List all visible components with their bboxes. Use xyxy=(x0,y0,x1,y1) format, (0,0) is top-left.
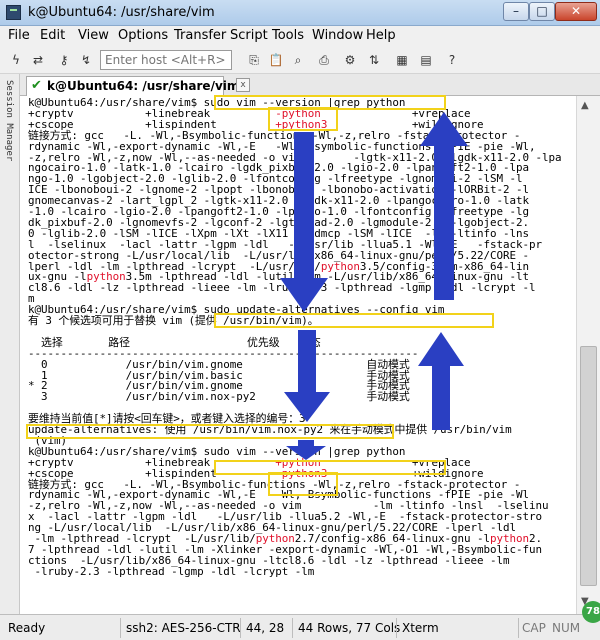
status-divider xyxy=(396,618,397,638)
transfer-icon[interactable]: ⇅ xyxy=(366,52,382,68)
host-input[interactable] xyxy=(100,50,232,70)
map-icon[interactable]: ▦ xyxy=(394,52,410,68)
status-ssh-cipher: ssh2: AES-256-CTR xyxy=(126,621,241,635)
terminal-text: -lruby-2.3 -lpthread -lgmp -ldl -lcrypt … xyxy=(28,564,315,578)
terminal-line: -lruby-2.3 -lpthread -lgmp -ldl -lcrypt … xyxy=(28,564,315,578)
menu-tools[interactable]: Tools xyxy=(272,28,304,43)
key-icon[interactable]: ⚷ xyxy=(56,52,72,68)
status-terminal-type: Xterm xyxy=(402,621,439,635)
terminal-text: 3 /usr/bin/vim.nox-py2 59 手动模式 xyxy=(28,390,410,404)
highlight-selection-prompt xyxy=(26,424,394,439)
terminal-scrollbar[interactable]: ▲ ▼ xyxy=(576,96,600,614)
menu-transfer[interactable]: Transfer xyxy=(174,28,226,43)
connected-check-icon: ✔ xyxy=(31,78,42,93)
terminal-output[interactable]: k@Ubuntu64:/usr/share/vim$ sudo vim --ve… xyxy=(20,96,576,614)
lightning-icon[interactable]: ϟ xyxy=(8,52,24,68)
session-manager-strip[interactable]: Session Manager xyxy=(0,74,20,614)
menu-script[interactable]: Script xyxy=(230,28,268,43)
menu-help[interactable]: Help xyxy=(366,28,396,43)
status-divider xyxy=(518,618,519,638)
find-icon[interactable]: ⌕ xyxy=(290,52,306,68)
menu-bar: File Edit View Options Transfer Script T… xyxy=(0,26,600,46)
print-icon[interactable]: ⎙ xyxy=(316,52,332,68)
scroll-thumb[interactable] xyxy=(580,346,597,586)
help-icon[interactable]: ? xyxy=(444,52,460,68)
terminal-line: 3 /usr/bin/vim.nox-py2 59 手动模式 xyxy=(28,390,410,404)
securecrt-app-icon xyxy=(6,5,21,20)
menu-edit[interactable]: Edit xyxy=(40,28,65,43)
connect-icon[interactable]: ↯ xyxy=(78,52,94,68)
corner-badge: 78 xyxy=(582,601,600,623)
highlight-command-2 xyxy=(214,313,494,328)
toolbar: ϟ ⇄ ⚷ ↯ ⎘ 📋 ⌕ ⎙ ⚙ ⇅ ▦ ▤ ? xyxy=(0,46,600,74)
highlight-python-flags-1 xyxy=(268,107,338,131)
window-title: k@Ubuntu64: /usr/share/vim xyxy=(28,5,215,20)
script-icon[interactable]: ▤ xyxy=(418,52,434,68)
minimize-button[interactable]: – xyxy=(503,2,529,21)
session-manager-label: Session Manager xyxy=(4,80,14,162)
menu-options[interactable]: Options xyxy=(118,28,168,43)
status-divider xyxy=(292,618,293,638)
copy-icon[interactable]: ⎘ xyxy=(246,52,262,68)
status-bar: Ready ssh2: AES-256-CTR 44, 28 44 Rows, … xyxy=(0,614,600,640)
tab-session[interactable]: ✔ k@Ubuntu64: /usr/share/vim xyxy=(26,76,239,96)
status-divider xyxy=(120,618,121,638)
menu-window[interactable]: Window xyxy=(312,28,363,43)
tab-label: k@Ubuntu64: /usr/share/vim xyxy=(47,79,240,93)
menu-view[interactable]: View xyxy=(78,28,109,43)
title-bar: k@Ubuntu64: /usr/share/vim – □ ✕ xyxy=(0,0,600,26)
settings-icon[interactable]: ⚙ xyxy=(342,52,358,68)
status-caps-lock: CAP xyxy=(522,621,546,635)
paste-icon[interactable]: 📋 xyxy=(268,52,284,68)
status-cursor-position: 44, 28 xyxy=(246,621,285,635)
menu-file[interactable]: File xyxy=(8,28,30,43)
status-ready: Ready xyxy=(8,621,46,635)
tab-close-icon[interactable]: x xyxy=(236,78,250,92)
scroll-up-icon[interactable]: ▲ xyxy=(581,100,589,111)
terminal-text: cl8.6 -ldl -lz -lpthread -lieee -lm -lru… xyxy=(28,281,536,295)
tab-row: ✔ k@Ubuntu64: /usr/share/vim x xyxy=(20,74,600,96)
reconnect-icon[interactable]: ⇄ xyxy=(30,52,46,68)
terminal-line: cl8.6 -ldl -lz -lpthread -lieee -lm -lru… xyxy=(28,281,536,295)
status-terminal-size: 44 Rows, 77 Cols xyxy=(298,621,401,635)
close-button[interactable]: ✕ xyxy=(555,2,597,21)
status-divider xyxy=(240,618,241,638)
maximize-button[interactable]: □ xyxy=(529,2,555,21)
highlight-python-flags-2 xyxy=(268,472,338,496)
status-num-lock: NUM xyxy=(552,621,581,635)
